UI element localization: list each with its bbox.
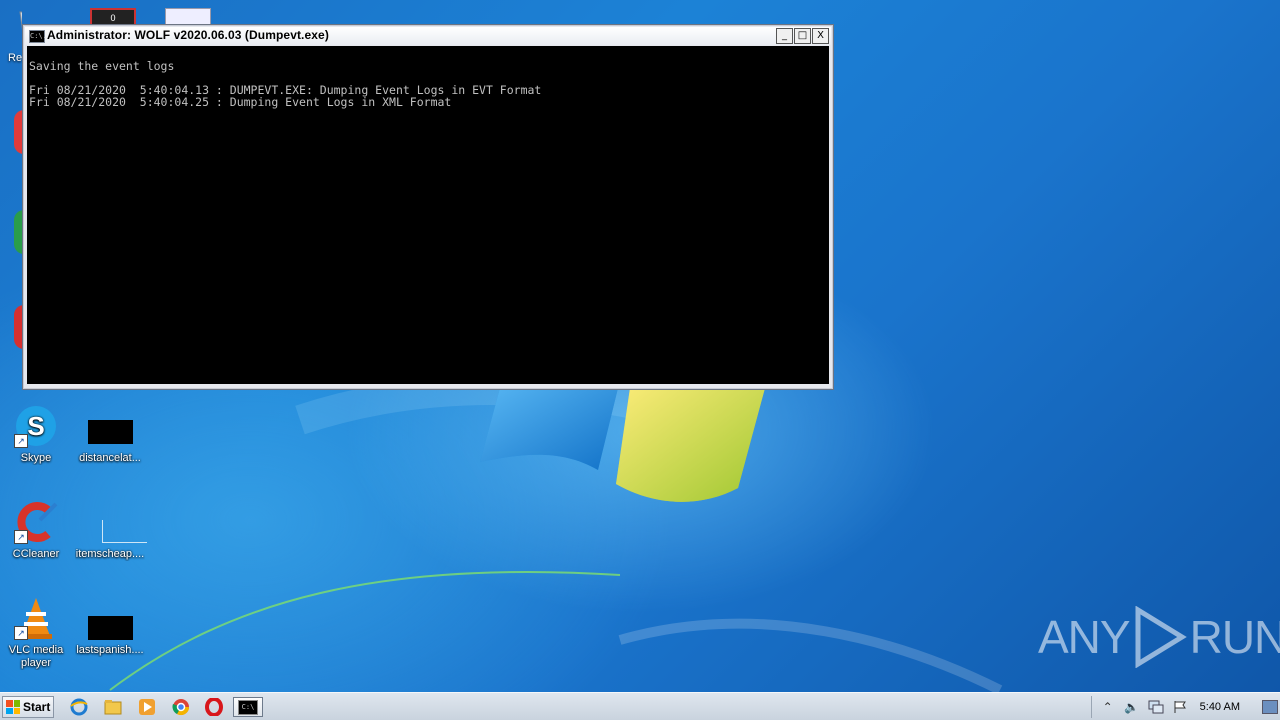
desktop-icon-ccleaner[interactable]: ↗ CCleaner: [1, 500, 71, 561]
show-hidden-icons-chevron-icon[interactable]: ⌃: [1100, 699, 1116, 715]
file-icon: [88, 596, 133, 640]
icon-label: itemscheap....: [75, 548, 145, 560]
watermark-right: RUN: [1189, 611, 1280, 663]
taskbar-console-button[interactable]: C:\: [233, 697, 263, 717]
skype-icon: S ↗: [14, 404, 58, 448]
watermark-left: ANY: [1038, 611, 1131, 663]
file-icon: [88, 404, 133, 448]
console-line: Fri 08/21/2020 5:40:04.25 : Dumping Even…: [29, 95, 452, 109]
ccleaner-icon: ↗: [14, 500, 58, 544]
system-tray: ⌃ 🔈 5:40 AM: [1087, 696, 1280, 718]
console-window-icon[interactable]: C:\.: [29, 30, 47, 43]
recycle-bin-label: Re: [8, 52, 23, 64]
recycle-bin-icon-partial[interactable]: Re: [0, 6, 22, 58]
icon-label: lastspanish....: [76, 644, 144, 656]
desktop-icon-lastspanish[interactable]: lastspanish....: [75, 596, 145, 657]
icon-label: VLC media player: [8, 644, 64, 669]
network-icon[interactable]: [1148, 699, 1164, 715]
close-button[interactable]: X: [812, 28, 829, 44]
console-icon: C:\: [238, 699, 258, 715]
windows-logo-icon: [6, 700, 20, 714]
shortcut-arrow-icon: ↗: [14, 434, 28, 448]
taskbar-clock[interactable]: 5:40 AM: [1200, 701, 1240, 713]
maximize-button[interactable]: □: [794, 28, 811, 44]
icon-label: Skype: [20, 452, 52, 464]
shortcut-arrow-icon: ↗: [14, 626, 28, 640]
console-output[interactable]: Saving the event logs Fri 08/21/2020 5:4…: [27, 46, 829, 384]
media-player-icon[interactable]: [136, 697, 158, 717]
desktop-icon-vlc[interactable]: ↗ VLC media player: [1, 596, 71, 670]
anyrun-watermark: ANY RUN: [1038, 606, 1280, 668]
action-center-flag-icon[interactable]: [1172, 699, 1188, 715]
icon-label: CCleaner: [12, 548, 60, 560]
file-explorer-icon[interactable]: [102, 697, 124, 717]
opera-icon[interactable]: [203, 697, 225, 717]
windows-flag-logo: [480, 388, 765, 502]
start-button[interactable]: Start: [2, 696, 54, 718]
svg-text:S: S: [27, 411, 44, 441]
taskbar: Start C:\ ⌃ 🔈 5:40 AM: [0, 692, 1280, 720]
shortcut-arrow-icon: ↗: [14, 530, 28, 544]
desktop-icon-distancelat[interactable]: distancelat...: [75, 404, 145, 465]
start-label: Start: [23, 700, 51, 714]
chrome-icon[interactable]: [170, 697, 192, 717]
desktop-icon-skype[interactable]: S ↗ Skype: [1, 404, 71, 465]
blank-file-icon: [88, 500, 147, 544]
desktop-icon-itemscheap[interactable]: itemscheap....: [75, 500, 147, 561]
console-titlebar[interactable]: C:\. Administrator: WOLF v2020.06.03 (Du…: [25, 27, 831, 45]
console-line: Saving the event logs: [29, 59, 175, 73]
console-window[interactable]: C:\. Administrator: WOLF v2020.06.03 (Du…: [22, 24, 834, 390]
show-desktop-button[interactable]: [1262, 700, 1278, 714]
icon-label: distancelat...: [79, 452, 141, 464]
play-icon: [1135, 606, 1187, 668]
internet-explorer-icon[interactable]: [68, 697, 90, 717]
vlc-cone-icon: ↗: [14, 596, 58, 640]
console-title: Administrator: WOLF v2020.06.03 (Dumpevt…: [47, 28, 329, 42]
minimize-button[interactable]: _: [776, 28, 793, 44]
volume-icon[interactable]: 🔈: [1124, 699, 1140, 715]
